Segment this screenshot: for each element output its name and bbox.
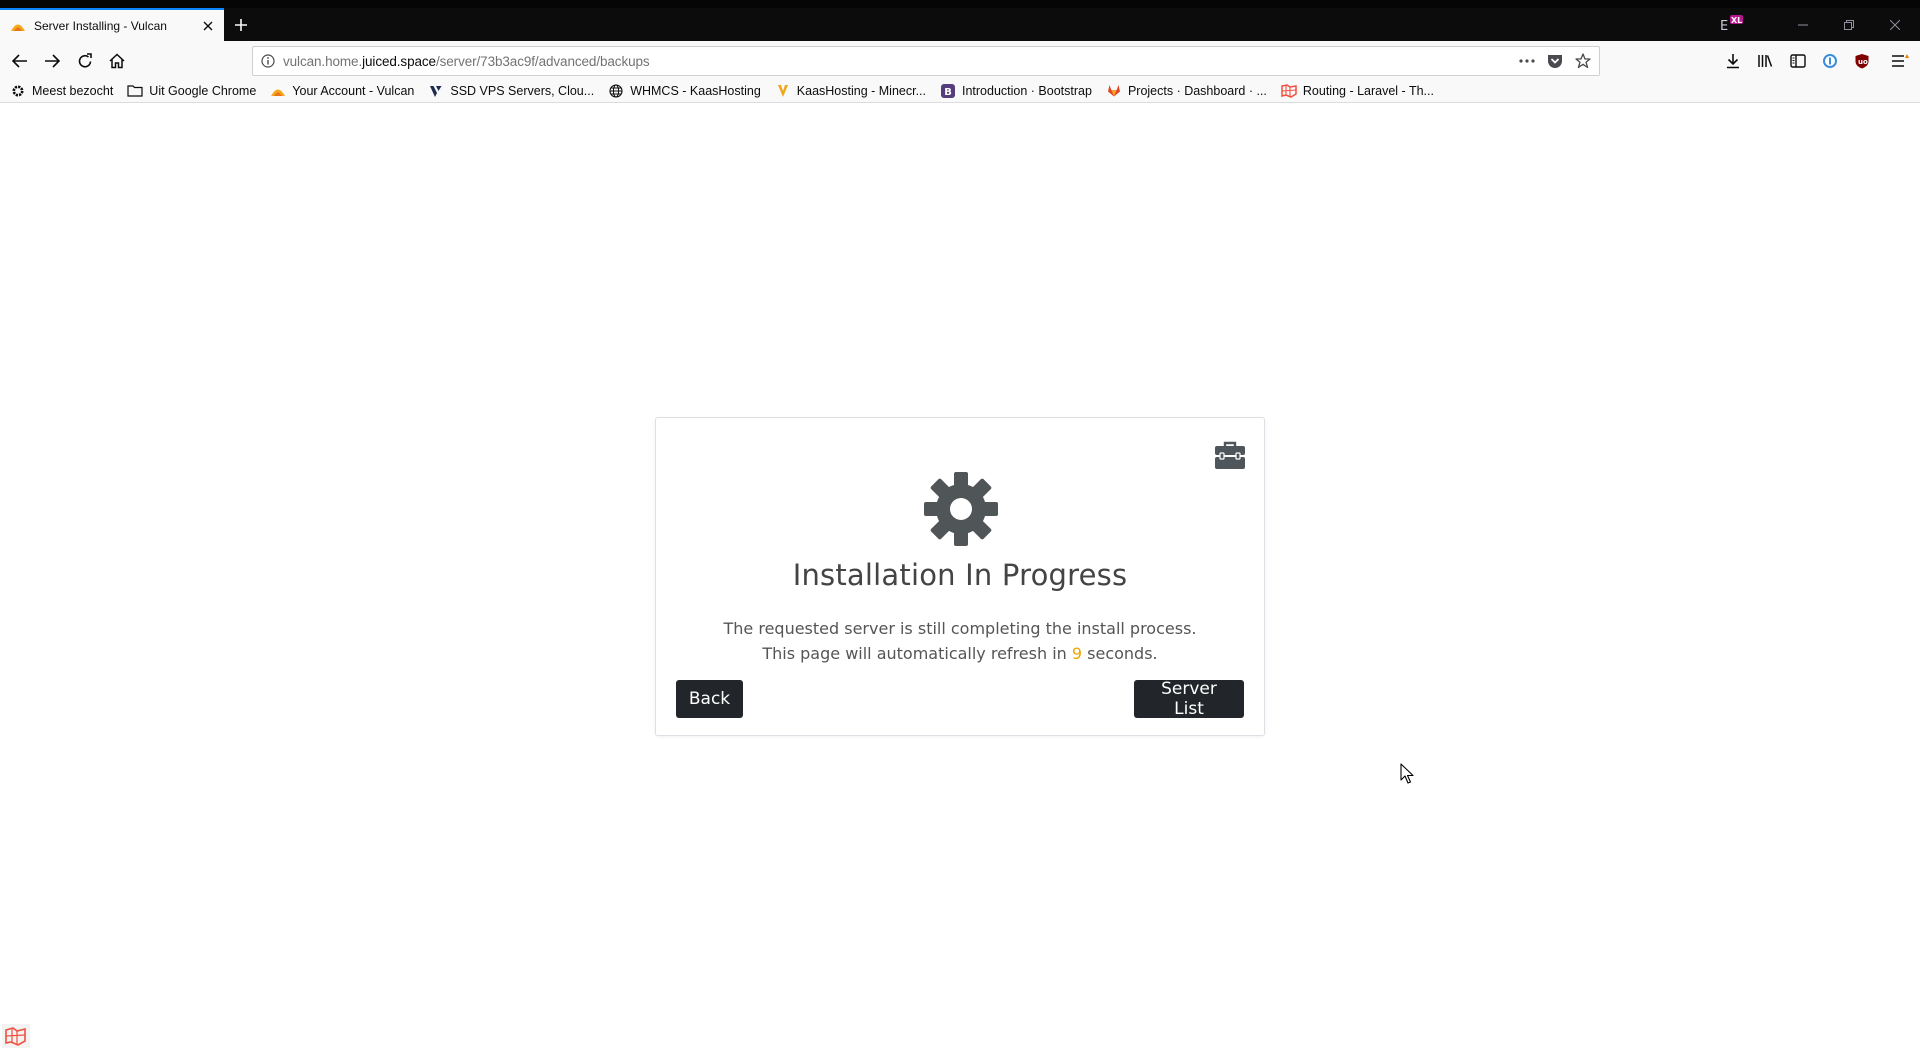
bookmark-label: Your Account - Vulcan: [292, 83, 415, 98]
bookmark-label: Meest bezocht: [32, 83, 114, 98]
bookmark-label: KaasHosting - Minecr...: [796, 83, 926, 98]
restore-window-icon[interactable]: [1826, 8, 1872, 41]
status-line-2: This page will automatically refresh in …: [656, 641, 1264, 666]
laravel-debugbar-icon[interactable]: [2, 1024, 30, 1048]
ublock-origin-icon[interactable]: uo: [1850, 49, 1874, 73]
reload-icon[interactable]: [73, 49, 97, 73]
page-actions-icon[interactable]: [1517, 50, 1537, 72]
new-tab-icon[interactable]: [228, 12, 254, 38]
bookmark-introduction-bootstrap[interactable]: B Introduction · Bootstrap: [940, 83, 1092, 99]
forward-arrow-icon[interactable]: [40, 49, 64, 73]
bookmark-projects-dashboard[interactable]: Projects · Dashboard · ...: [1106, 83, 1267, 99]
extension-xl-icon[interactable]: E XL: [1718, 12, 1746, 36]
refresh-prefix: This page will automatically refresh in: [762, 644, 1072, 663]
page-title: Installation In Progress: [792, 558, 1128, 592]
url-bar[interactable]: vulcan.home.juiced.space/server/73b3ac9f…: [252, 46, 1600, 76]
password-manager-icon[interactable]: [1818, 49, 1842, 73]
library-icon[interactable]: [1753, 49, 1777, 73]
site-info-icon[interactable]: [253, 47, 283, 75]
back-arrow-icon[interactable]: [8, 49, 32, 73]
bookmark-kaashosting-minecraft[interactable]: KaasHosting - Minecr...: [775, 83, 926, 99]
svg-text:E: E: [1720, 19, 1728, 34]
close-tab-icon[interactable]: [196, 14, 220, 38]
bootstrap-favicon: B: [940, 83, 956, 99]
svg-text:uo: uo: [1858, 58, 1868, 66]
downloads-icon[interactable]: [1721, 49, 1745, 73]
bookmark-whmcs-kaashosting[interactable]: WHMCS - KaasHosting: [608, 83, 761, 99]
bookmark-star-icon[interactable]: [1573, 50, 1593, 72]
laravel-favicon: [1281, 83, 1297, 99]
svg-text:B: B: [944, 87, 952, 98]
vulcan-favicon: [270, 83, 286, 99]
server-list-button[interactable]: Server List: [1134, 679, 1244, 719]
bookmark-label: Routing - Laravel - Th...: [1302, 83, 1434, 98]
gear-icon: [10, 83, 26, 99]
close-window-icon[interactable]: [1872, 8, 1918, 41]
status-line-1: The requested server is still completing…: [723, 619, 1197, 638]
menu-hamburger-icon[interactable]: [1888, 49, 1912, 73]
url-host-prefix: vulcan.home.: [283, 53, 363, 69]
sidebar-icon[interactable]: [1786, 49, 1810, 73]
vulcan-favicon: [11, 24, 25, 31]
bookmark-label: Uit Google Chrome: [149, 83, 257, 98]
url-path: /server/73b3ac9f/advanced/backups: [435, 53, 650, 69]
home-icon[interactable]: [105, 49, 129, 73]
gear-icon: [924, 472, 998, 546]
navigation-toolbar: vulcan.home.juiced.space/server/73b3ac9f…: [0, 41, 1920, 79]
tab-server-installing[interactable]: Server Installing - Vulcan: [0, 8, 224, 41]
installation-card: Installation In Progress The requested s…: [655, 417, 1265, 736]
refresh-suffix: seconds.: [1082, 644, 1158, 663]
gitlab-favicon: [1106, 83, 1122, 99]
bookmark-routing-laravel[interactable]: Routing - Laravel - Th...: [1281, 83, 1434, 99]
countdown-value: 9: [1071, 644, 1083, 663]
svg-text:XL: XL: [1731, 16, 1742, 25]
folder-icon: [127, 83, 143, 99]
minimize-window-icon[interactable]: [1780, 8, 1826, 41]
status-message: The requested server is still completing…: [656, 616, 1264, 666]
bookmark-label: Introduction · Bootstrap: [962, 83, 1092, 98]
tab-title: Server Installing - Vulcan: [34, 18, 167, 33]
globe-icon: [608, 83, 624, 99]
url-text[interactable]: vulcan.home.juiced.space/server/73b3ac9f…: [283, 54, 650, 69]
mouse-cursor-icon: [1400, 763, 1414, 784]
page-content: Installation In Progress The requested s…: [0, 104, 1920, 1048]
bookmark-your-account-vulcan[interactable]: Your Account - Vulcan: [270, 83, 414, 99]
bookmark-label: SSD VPS Servers, Clou...: [450, 83, 595, 98]
browser-titlebar: Server Installing - Vulcan E XL: [0, 0, 1920, 41]
bookmark-meest-bezocht[interactable]: Meest bezocht: [10, 83, 113, 99]
toolbox-icon: [1215, 441, 1245, 469]
bookmark-folder-uit-google-chrome[interactable]: Uit Google Chrome: [127, 83, 256, 99]
bookmark-ssd-vps-servers[interactable]: SSD VPS Servers, Clou...: [428, 83, 594, 99]
bookmark-label: WHMCS - KaasHosting: [630, 83, 761, 98]
vultr-favicon: [428, 83, 444, 99]
url-host-domain: juiced.space: [362, 53, 436, 69]
bookmark-label: Projects · Dashboard · ...: [1127, 83, 1267, 98]
pocket-icon[interactable]: [1545, 50, 1565, 72]
back-button[interactable]: Back: [676, 680, 743, 718]
kaashosting-favicon: [775, 83, 791, 99]
bookmarks-toolbar: Meest bezocht Uit Google Chrome Your Acc…: [0, 79, 1920, 103]
